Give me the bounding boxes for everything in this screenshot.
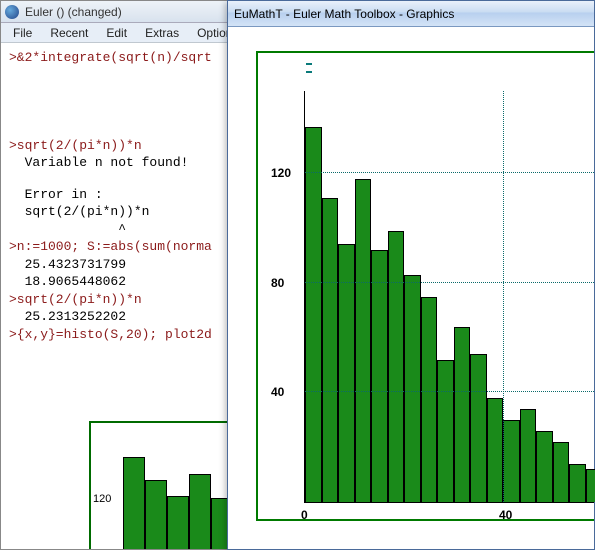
plot-bar <box>355 179 372 502</box>
menu-recent[interactable]: Recent <box>42 24 96 42</box>
menu-extras[interactable]: Extras <box>137 24 187 42</box>
mini-plot-bar <box>123 457 145 549</box>
plot-frame: 40 80 120 0 40 <box>256 51 594 521</box>
mini-plot-bars <box>123 447 239 549</box>
plot-bar <box>404 275 421 502</box>
plot-bar <box>536 431 553 502</box>
graphics-titlebar[interactable]: EuMathT - Euler Math Toolbox - Graphics <box>228 1 594 27</box>
plot-bar <box>305 127 322 502</box>
plot-ytick-label: 40 <box>271 385 293 399</box>
plot-bar <box>454 327 471 502</box>
graphics-content: 40 80 120 0 40 <box>228 27 594 549</box>
plot-ytick-label: 120 <box>271 166 293 180</box>
app-icon <box>5 5 19 19</box>
plot-bar <box>421 297 438 503</box>
plot-bars <box>305 91 595 502</box>
plot-bar <box>371 250 388 502</box>
inline-plot: 120 <box>89 421 239 549</box>
plot-bar <box>322 198 339 502</box>
plot-bar <box>437 360 454 502</box>
mini-plot-bar <box>167 496 189 549</box>
plot-bar <box>388 231 405 502</box>
main-title: Euler () (changed) <box>25 5 122 19</box>
mini-plot-bar <box>189 474 211 549</box>
plot-axes: 4080120040 <box>304 91 594 503</box>
menu-file[interactable]: File <box>5 24 40 42</box>
graphics-window: EuMathT - Euler Math Toolbox - Graphics … <box>227 0 595 550</box>
plot-bar <box>553 442 570 502</box>
plot-bar <box>487 398 504 502</box>
menu-edit[interactable]: Edit <box>98 24 135 42</box>
plot-ytick-label: 80 <box>271 276 293 290</box>
plot-bar <box>569 464 586 502</box>
mini-plot-bar <box>145 480 167 549</box>
plot-xtick-label: 0 <box>301 508 308 522</box>
plot-bar <box>586 469 595 502</box>
graphics-title: EuMathT - Euler Math Toolbox - Graphics <box>234 7 454 21</box>
plot-bar <box>470 354 487 502</box>
plot-xtick-label: 40 <box>499 508 512 522</box>
plot-bar <box>520 409 537 502</box>
plot-bar <box>338 244 355 502</box>
mini-plot-ytick: 120 <box>93 493 111 505</box>
plot-bar <box>503 420 520 502</box>
